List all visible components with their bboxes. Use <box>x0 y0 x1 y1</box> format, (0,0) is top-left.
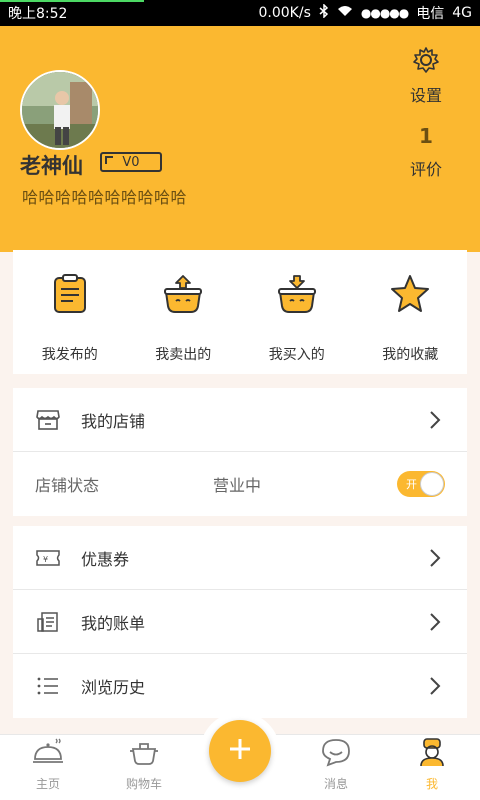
username: 老神仙 <box>20 154 83 178</box>
vip-level: V0 <box>122 154 140 170</box>
nav-messages[interactable]: 消息 <box>288 735 384 800</box>
coupon-row[interactable]: ¥ 优惠券 <box>13 526 467 590</box>
bought-icon <box>275 272 319 320</box>
nav-me-label: 我 <box>425 777 438 791</box>
settings-label: 设置 <box>409 86 442 105</box>
quick-action-label: 我发布的 <box>41 347 98 363</box>
chevron-right-icon <box>425 548 445 568</box>
quick-action-label: 我的收藏 <box>382 347 439 363</box>
toggle-text: 开 <box>406 478 417 491</box>
shop-open-toggle[interactable]: 开 <box>397 471 445 497</box>
download-progress-line <box>0 0 144 2</box>
quick-action-favorites[interactable]: 我的收藏 <box>354 250 468 374</box>
network-type: 4G <box>452 5 472 21</box>
gear-icon <box>412 47 440 78</box>
nav-me[interactable]: 我 <box>384 735 480 800</box>
nav-cart[interactable]: 购物车 <box>96 735 192 800</box>
quick-action-published[interactable]: 我发布的 <box>13 250 127 374</box>
shop-status-value: 营业中 <box>213 476 262 495</box>
network-speed: 0.00K/s <box>258 5 311 21</box>
history-row[interactable]: 浏览历史 <box>13 654 467 718</box>
status-bar: 晚上8:52 0.00K/s ●●●●● 电信 4G <box>0 0 480 26</box>
chef-icon <box>416 737 448 771</box>
shop-card: 我的店铺 店铺状态 营业中 开 <box>13 388 467 516</box>
bill-icon <box>35 609 61 635</box>
status-time: 晚上8:52 <box>8 6 68 22</box>
quick-action-sold[interactable]: 我卖出的 <box>127 250 241 374</box>
quick-action-bought[interactable]: 我买入的 <box>240 250 354 374</box>
nav-cart-label: 购物车 <box>125 777 162 791</box>
settings-button[interactable]: 设置 <box>406 46 446 106</box>
quick-action-label: 我买入的 <box>268 347 325 363</box>
published-icon <box>48 272 92 320</box>
rating-count: 1 <box>419 124 433 148</box>
shop-icon <box>35 407 61 433</box>
nav-messages-label: 消息 <box>323 777 348 791</box>
sold-icon <box>161 272 205 320</box>
pot-icon <box>128 737 160 771</box>
dish-icon <box>32 737 64 771</box>
chevron-right-icon <box>425 612 445 632</box>
my-shop-row[interactable]: 我的店铺 <box>13 388 467 452</box>
star-icon <box>388 272 432 320</box>
nav-home-label: 主页 <box>35 777 60 791</box>
add-button[interactable] <box>209 720 271 782</box>
toggle-knob <box>420 472 444 496</box>
avatar[interactable] <box>20 70 100 150</box>
quick-actions: 我发布的 我卖出的 我买入的 我的收藏 <box>13 250 467 374</box>
signal-icon: ●●●●● <box>360 6 409 20</box>
user-bio: 哈哈哈哈哈哈哈哈哈哈 <box>22 188 188 207</box>
bluetooth-icon <box>319 3 329 22</box>
rating-button[interactable]: 1 评价 <box>406 124 446 180</box>
history-icon <box>35 673 61 699</box>
quick-action-label: 我卖出的 <box>155 347 212 363</box>
shop-status-label: 店铺状态 <box>35 476 100 495</box>
chevron-right-icon <box>425 410 445 430</box>
history-label: 浏览历史 <box>81 678 146 697</box>
menu-card: ¥ 优惠券 我的账单 浏览历史 <box>13 526 467 718</box>
plus-icon <box>227 736 253 766</box>
vip-corner-icon <box>105 156 113 164</box>
carrier: 电信 <box>416 6 445 22</box>
bill-row[interactable]: 我的账单 <box>13 590 467 654</box>
vip-badge: V0 <box>100 152 162 172</box>
chat-icon <box>320 737 352 771</box>
my-shop-label: 我的店铺 <box>81 411 146 431</box>
chevron-right-icon <box>425 676 445 696</box>
rating-label: 评价 <box>409 160 442 179</box>
wifi-icon <box>337 5 353 21</box>
shop-status-row: 店铺状态 营业中 开 <box>13 452 467 516</box>
svg-text:¥: ¥ <box>43 555 48 564</box>
coupon-icon: ¥ <box>35 545 61 571</box>
bill-label: 我的账单 <box>81 613 146 633</box>
profile-header: 老神仙 V0 哈哈哈哈哈哈哈哈哈哈 设置 1 评价 <box>0 26 480 252</box>
nav-home[interactable]: 主页 <box>0 735 96 800</box>
coupon-label: 优惠券 <box>81 549 130 569</box>
